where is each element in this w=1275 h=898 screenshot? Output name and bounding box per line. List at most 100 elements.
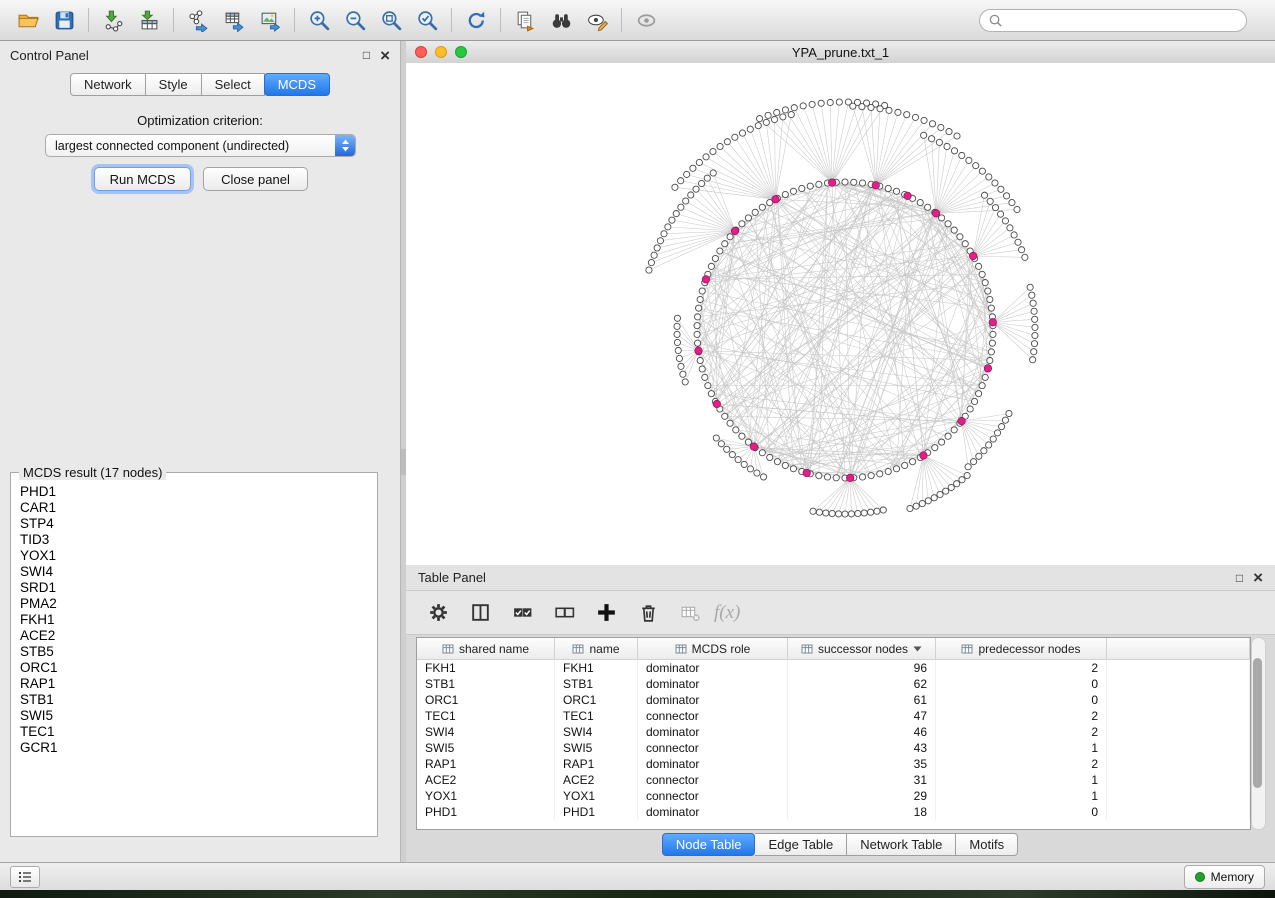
cell-mcds-role[interactable]: connector [638,708,788,724]
run-mcds-button[interactable]: Run MCDS [94,167,191,191]
result-node-item[interactable]: ACE2 [20,628,377,644]
cell-successor-nodes[interactable]: 47 [788,708,936,724]
panel-list-button[interactable] [10,866,40,888]
cell-shared-name[interactable]: SWI4 [417,724,555,740]
cell-name[interactable]: STB1 [555,676,638,692]
cell-successor-nodes[interactable]: 46 [788,724,936,740]
cell-successor-nodes[interactable]: 96 [788,660,936,677]
tab-mcds[interactable]: MCDS [264,73,330,96]
column-header-name[interactable]: name [555,638,638,660]
import-network-button[interactable] [95,4,131,36]
cell-predecessor-nodes[interactable]: 2 [936,660,1107,677]
cell-predecessor-nodes[interactable]: 0 [936,804,1107,820]
copy-document-button[interactable] [507,4,543,36]
table-row[interactable]: PHD1PHD1dominator180 [417,804,1250,820]
result-node-item[interactable]: SWI5 [20,708,377,724]
cell-mcds-role[interactable]: dominator [638,692,788,708]
table-scrollbar[interactable] [1251,637,1266,830]
result-node-item[interactable]: TID3 [20,532,377,548]
column-header-shared-name[interactable]: shared name [417,638,555,660]
cell-predecessor-nodes[interactable]: 0 [936,692,1107,708]
cell-mcds-role[interactable]: dominator [638,756,788,772]
export-table-button[interactable] [216,4,252,36]
cell-shared-name[interactable]: FKH1 [417,660,555,677]
open-file-button[interactable] [10,4,46,36]
column-header-mcds-role[interactable]: MCDS role [638,638,788,660]
cell-shared-name[interactable]: ACE2 [417,772,555,788]
delete-columns-button[interactable] [634,599,662,627]
result-node-item[interactable]: RAP1 [20,676,377,692]
zoom-selected-button[interactable] [409,4,445,36]
tab-style[interactable]: Style [146,73,202,96]
unselect-all-button[interactable] [550,599,578,627]
cell-successor-nodes[interactable]: 18 [788,804,936,820]
result-node-item[interactable]: PHD1 [20,484,377,500]
cell-shared-name[interactable]: PHD1 [417,804,555,820]
find-binoculars-button[interactable] [543,4,579,36]
save-session-button[interactable] [46,4,82,36]
tab-select[interactable]: Select [202,73,265,96]
cell-predecessor-nodes[interactable]: 0 [936,676,1107,692]
zoom-fit-button[interactable] [373,4,409,36]
memory-button[interactable]: Memory [1184,865,1265,889]
cell-predecessor-nodes[interactable]: 1 [936,788,1107,804]
table-close-icon[interactable]: × [1253,569,1263,586]
cell-mcds-role[interactable]: dominator [638,676,788,692]
tab-network[interactable]: Network [70,73,146,96]
result-node-item[interactable]: STB5 [20,644,377,660]
cell-name[interactable]: SWI5 [555,740,638,756]
export-network-button[interactable] [180,4,216,36]
table-row[interactable]: YOX1YOX1connector291 [417,788,1250,804]
cell-name[interactable]: FKH1 [555,660,638,677]
result-node-item[interactable]: STB1 [20,692,377,708]
table-row[interactable]: ACE2ACE2connector311 [417,772,1250,788]
result-node-item[interactable]: YOX1 [20,548,377,564]
cell-mcds-role[interactable]: dominator [638,804,788,820]
tab-network-table[interactable]: Network Table [847,833,956,856]
cell-successor-nodes[interactable]: 29 [788,788,936,804]
cell-successor-nodes[interactable]: 35 [788,756,936,772]
tab-edge-table[interactable]: Edge Table [755,833,847,856]
zoom-out-button[interactable] [337,4,373,36]
optimization-select[interactable]: largest connected component (undirected) [45,134,356,157]
cell-name[interactable]: YOX1 [555,788,638,804]
tab-node-table[interactable]: Node Table [662,833,756,856]
network-graph[interactable] [406,63,1275,565]
network-canvas[interactable] [406,63,1275,565]
cell-mcds-role[interactable]: connector [638,740,788,756]
cell-name[interactable]: RAP1 [555,756,638,772]
cell-predecessor-nodes[interactable]: 1 [936,740,1107,756]
cell-predecessor-nodes[interactable]: 2 [936,708,1107,724]
cell-successor-nodes[interactable]: 61 [788,692,936,708]
cell-mcds-role[interactable]: connector [638,772,788,788]
cell-successor-nodes[interactable]: 62 [788,676,936,692]
cell-shared-name[interactable]: RAP1 [417,756,555,772]
float-panel-icon[interactable]: □ [363,49,370,61]
column-header-successor-nodes[interactable]: successor nodes [788,638,936,660]
result-node-item[interactable]: TEC1 [20,724,377,740]
cell-shared-name[interactable]: STB1 [417,676,555,692]
cell-shared-name[interactable]: TEC1 [417,708,555,724]
table-float-icon[interactable]: □ [1236,572,1243,584]
select-all-button[interactable] [508,599,536,627]
add-column-button[interactable] [592,599,620,627]
search-box[interactable] [979,9,1247,32]
cell-shared-name[interactable]: ORC1 [417,692,555,708]
result-node-item[interactable]: FKH1 [20,612,377,628]
cell-name[interactable]: ORC1 [555,692,638,708]
table-row[interactable]: STB1STB1dominator620 [417,676,1250,692]
table-row[interactable]: RAP1RAP1dominator352 [417,756,1250,772]
cell-name[interactable]: PHD1 [555,804,638,820]
result-node-item[interactable]: SRD1 [20,580,377,596]
visibility-edit-button[interactable] [579,4,615,36]
import-table-button[interactable] [131,4,167,36]
table-row[interactable]: SWI5SWI5connector431 [417,740,1250,756]
cell-predecessor-nodes[interactable]: 2 [936,724,1107,740]
result-node-item[interactable]: PMA2 [20,596,377,612]
cell-name[interactable]: TEC1 [555,708,638,724]
cell-mcds-role[interactable]: dominator [638,724,788,740]
cell-shared-name[interactable]: YOX1 [417,788,555,804]
result-node-item[interactable]: CAR1 [20,500,377,516]
refresh-view-button[interactable] [458,4,494,36]
cell-shared-name[interactable]: SWI5 [417,740,555,756]
